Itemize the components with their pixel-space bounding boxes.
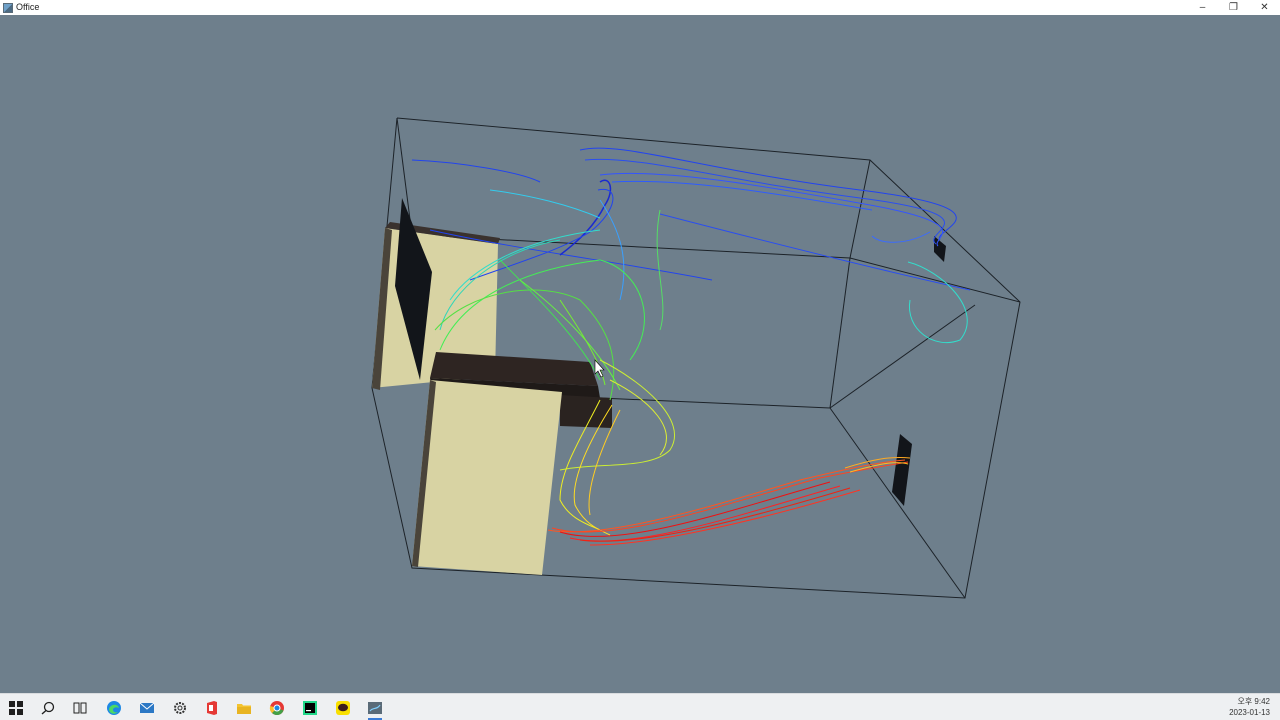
office-sim-app-icon[interactable] <box>364 697 386 720</box>
taskbar: 오후 9:42 2023-01-13 <box>0 693 1280 720</box>
minimize-button[interactable]: – <box>1187 0 1218 15</box>
clock-date: 2023-01-13 <box>1229 708 1270 717</box>
system-clock[interactable]: 오후 9:42 2023-01-13 <box>1229 696 1270 718</box>
file-explorer-icon[interactable] <box>233 697 255 719</box>
pycharm-icon[interactable] <box>299 697 321 719</box>
mail-icon[interactable] <box>136 697 158 719</box>
window-title: Office <box>16 2 40 12</box>
windows-start-icon[interactable] <box>5 697 27 719</box>
chrome-icon[interactable] <box>266 697 288 719</box>
maximize-button[interactable]: ❐ <box>1218 0 1249 15</box>
title-bar: Office – ❐ ✕ <box>0 0 1280 15</box>
front-cabinet <box>412 380 562 575</box>
3d-viewport[interactable] <box>0 15 1280 693</box>
app-icon <box>3 2 13 13</box>
settings-icon[interactable] <box>169 697 191 719</box>
edge-browser-icon[interactable] <box>103 697 125 719</box>
search-icon[interactable] <box>37 697 59 719</box>
task-view-icon[interactable] <box>69 697 91 719</box>
office-icon[interactable] <box>201 697 223 719</box>
vent-lower <box>892 434 912 506</box>
close-button[interactable]: ✕ <box>1249 0 1280 15</box>
window-controls: – ❐ ✕ <box>1187 0 1280 15</box>
airflow-scene <box>371 117 1021 599</box>
kakaotalk-icon[interactable] <box>332 697 354 719</box>
mouse-cursor <box>594 359 605 378</box>
clock-time: 오후 9:42 <box>1237 697 1270 706</box>
